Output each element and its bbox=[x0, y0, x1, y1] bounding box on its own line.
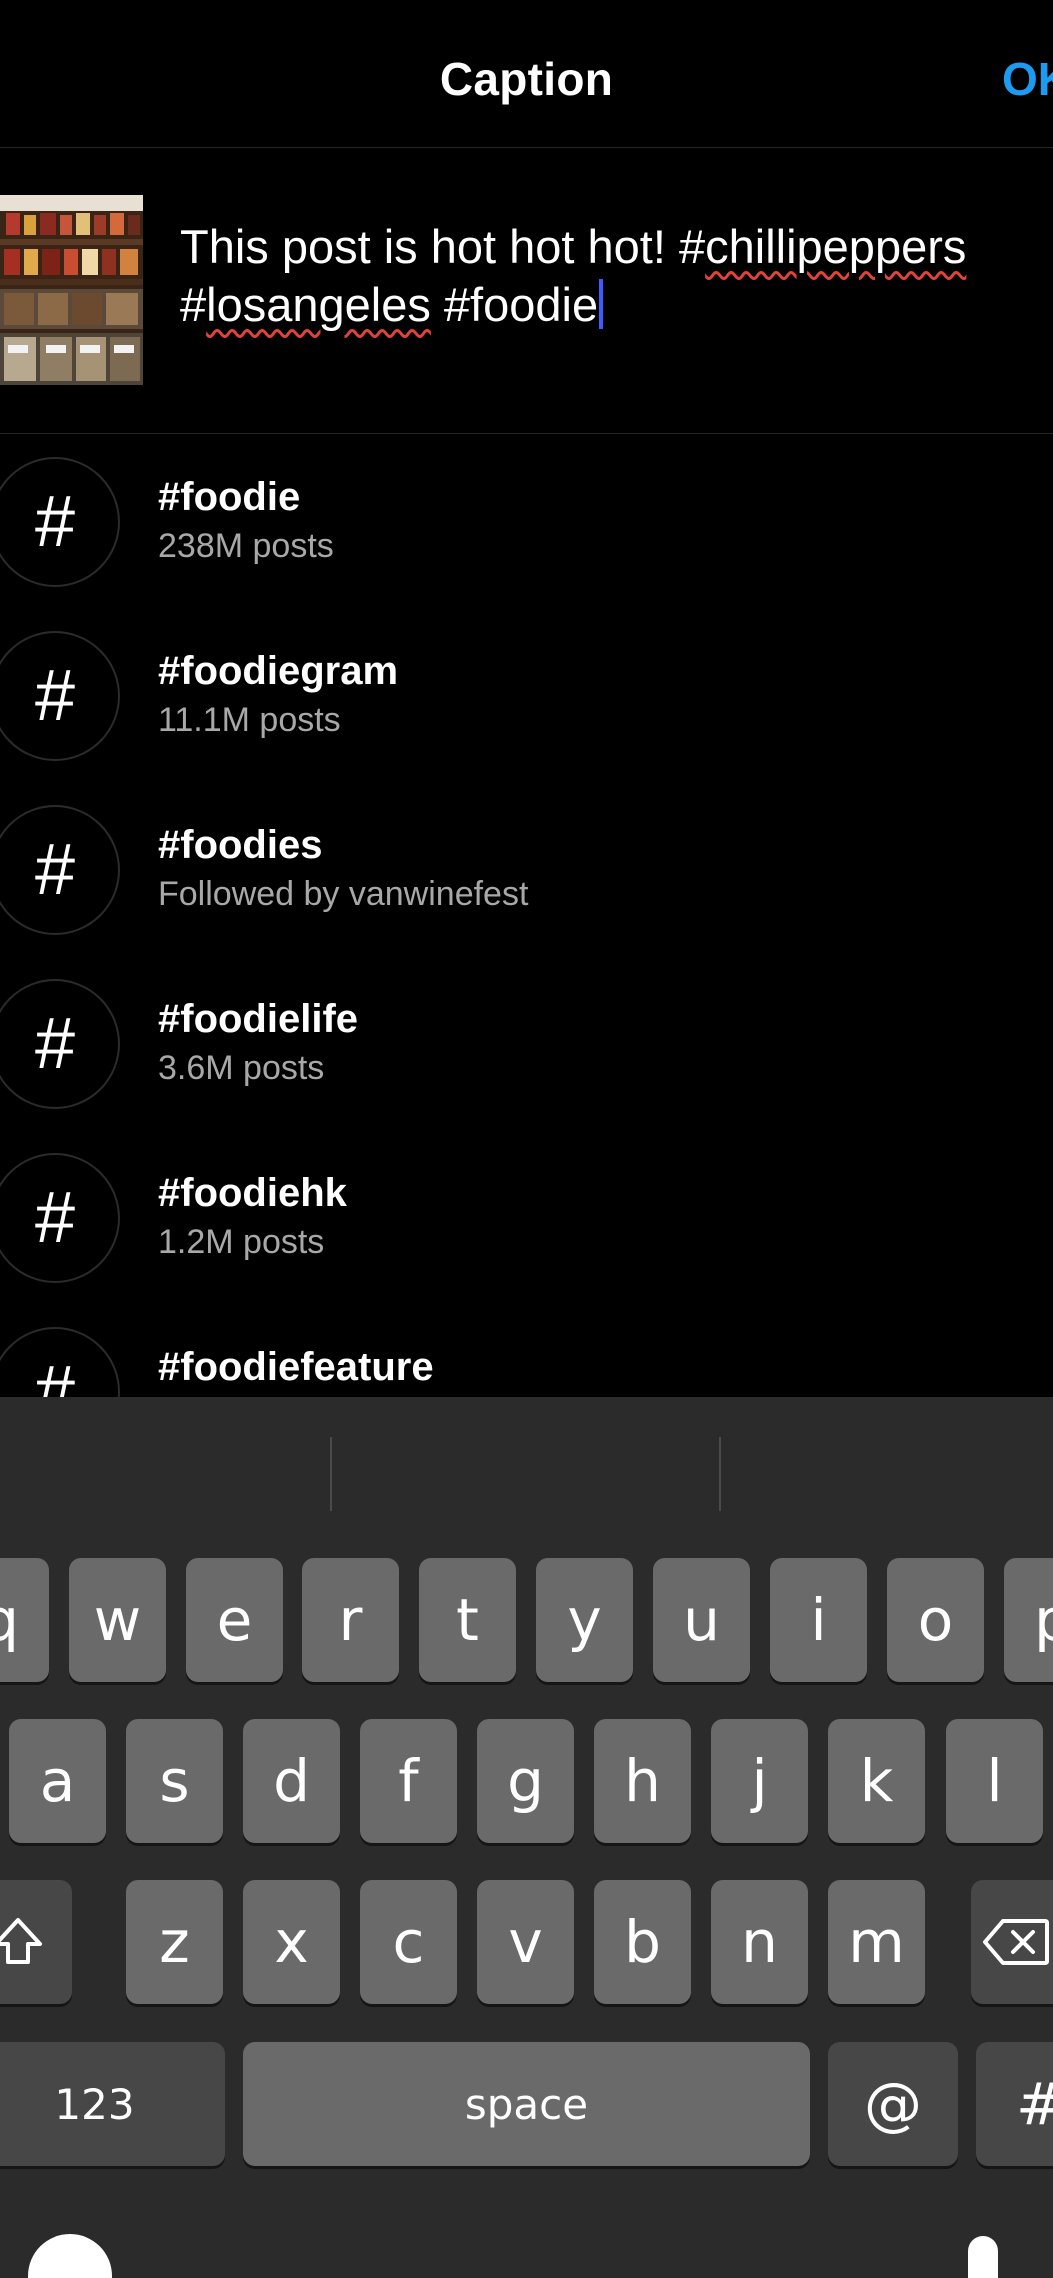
misspelled-word[interactable]: losangeles bbox=[206, 278, 431, 331]
key-a[interactable]: a bbox=[9, 1719, 106, 1843]
prediction-divider bbox=[330, 1437, 332, 1511]
caption-text-part: #foodie bbox=[430, 278, 599, 331]
list-item[interactable]: # #foodie 238M posts bbox=[0, 435, 1053, 609]
hashtag-detail: 3.6M posts bbox=[158, 1049, 325, 1087]
key-d[interactable]: d bbox=[243, 1719, 340, 1843]
key-x[interactable]: x bbox=[243, 1880, 340, 2004]
shift-icon bbox=[0, 1914, 46, 1970]
key-f[interactable]: f bbox=[360, 1719, 457, 1843]
keyboard: q w e r t y u i o p a s d f g h j k l z … bbox=[0, 1397, 1053, 2278]
hashtag-icon: # bbox=[0, 979, 120, 1109]
hashtag-icon: # bbox=[0, 805, 120, 935]
key-w[interactable]: w bbox=[69, 1558, 166, 1682]
caption-input[interactable]: This post is hot hot hot! #chillipeppers… bbox=[180, 218, 1040, 334]
at-key[interactable]: @ bbox=[828, 2042, 958, 2166]
key-b[interactable]: b bbox=[594, 1880, 691, 2004]
key-o[interactable]: o bbox=[887, 1558, 984, 1682]
hashtag-name: #foodiefeature bbox=[158, 1345, 434, 1389]
microphone-icon[interactable] bbox=[968, 2236, 998, 2278]
hashtag-icon: # bbox=[0, 1153, 120, 1283]
key-z[interactable]: z bbox=[126, 1880, 223, 2004]
prediction-divider bbox=[719, 1437, 721, 1511]
delete-icon bbox=[981, 1917, 1051, 1967]
key-y[interactable]: y bbox=[536, 1558, 633, 1682]
list-item[interactable]: # #foodiehk 1.2M posts bbox=[0, 1131, 1053, 1305]
key-i[interactable]: i bbox=[770, 1558, 867, 1682]
numbers-key[interactable]: 123 bbox=[0, 2042, 225, 2166]
key-s[interactable]: s bbox=[126, 1719, 223, 1843]
key-t[interactable]: t bbox=[419, 1558, 516, 1682]
hashtag-icon: # bbox=[0, 1327, 120, 1397]
hash-key[interactable]: # bbox=[976, 2042, 1053, 2166]
key-u[interactable]: u bbox=[653, 1558, 750, 1682]
ok-button[interactable]: OK bbox=[1002, 52, 1053, 106]
hashtag-detail: 238M posts bbox=[158, 527, 334, 565]
caption-text-part: # bbox=[180, 278, 207, 331]
space-key[interactable]: space bbox=[243, 2042, 810, 2166]
key-j[interactable]: j bbox=[711, 1719, 808, 1843]
text-cursor bbox=[599, 279, 604, 329]
hashtag-detail: Followed by vanwinefest bbox=[158, 875, 529, 913]
hashtag-icon: # bbox=[0, 457, 120, 587]
misspelled-word[interactable]: chillipeppers bbox=[705, 220, 966, 273]
header: Caption OK bbox=[0, 0, 1053, 148]
hashtag-name: #foodielife bbox=[158, 997, 359, 1041]
hashtag-name: #foodies bbox=[158, 823, 323, 867]
key-g[interactable]: g bbox=[477, 1719, 574, 1843]
post-thumbnail bbox=[0, 195, 143, 385]
key-h[interactable]: h bbox=[594, 1719, 691, 1843]
key-n[interactable]: n bbox=[711, 1880, 808, 2004]
key-r[interactable]: r bbox=[302, 1558, 399, 1682]
hashtag-name: #foodiehk bbox=[158, 1171, 347, 1215]
caption-area: This post is hot hot hot! #chillipeppers… bbox=[0, 148, 1053, 434]
shift-key[interactable] bbox=[0, 1880, 72, 2004]
key-m[interactable]: m bbox=[828, 1880, 925, 2004]
hashtag-detail: 11.1M posts bbox=[158, 701, 341, 739]
caption-text-part: This post is hot hot hot! # bbox=[180, 220, 706, 273]
list-item[interactable]: # #foodies Followed by vanwinefest bbox=[0, 783, 1053, 957]
hashtag-suggestions: # #foodie 238M posts # #foodiegram 11.1M… bbox=[0, 435, 1053, 1397]
key-e[interactable]: e bbox=[186, 1558, 283, 1682]
delete-key[interactable] bbox=[971, 1880, 1053, 2004]
key-q[interactable]: q bbox=[0, 1558, 49, 1682]
list-item[interactable]: # #foodielife 3.6M posts bbox=[0, 957, 1053, 1131]
key-l[interactable]: l bbox=[946, 1719, 1043, 1843]
hashtag-name: #foodie bbox=[158, 475, 301, 519]
key-p[interactable]: p bbox=[1004, 1558, 1053, 1682]
hashtag-name: #foodiegram bbox=[158, 649, 399, 693]
key-v[interactable]: v bbox=[477, 1880, 574, 2004]
list-item[interactable]: # #foodiegram 11.1M posts bbox=[0, 609, 1053, 783]
emoji-icon[interactable] bbox=[28, 2234, 112, 2278]
list-item[interactable]: # #foodiefeature bbox=[0, 1305, 1053, 1397]
key-c[interactable]: c bbox=[360, 1880, 457, 2004]
hashtag-detail: 1.2M posts bbox=[158, 1223, 325, 1261]
key-k[interactable]: k bbox=[828, 1719, 925, 1843]
hashtag-icon: # bbox=[0, 631, 120, 761]
page-title: Caption bbox=[439, 53, 614, 105]
